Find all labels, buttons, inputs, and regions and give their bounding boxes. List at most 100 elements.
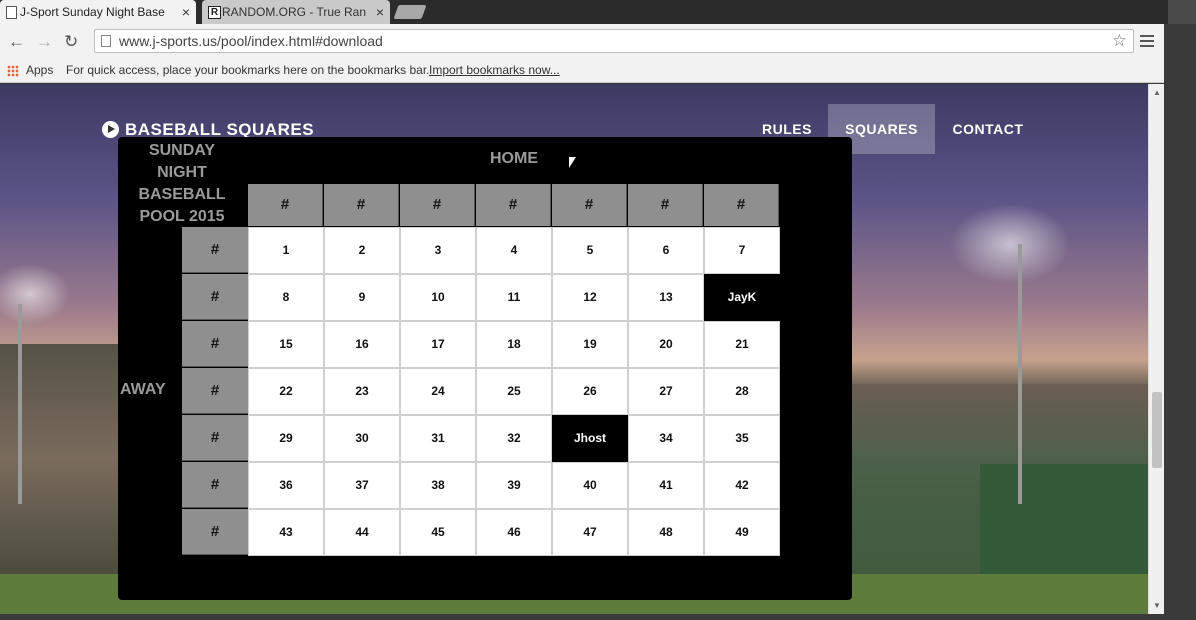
nav-contact[interactable]: CONTACT <box>942 104 1034 154</box>
tab-title: RANDOM.ORG - True Ran <box>222 5 367 19</box>
pool-square[interactable]: 40 <box>552 462 628 509</box>
away-score-header: # <box>182 227 248 273</box>
pool-square[interactable]: 46 <box>476 509 552 556</box>
pool-square[interactable]: 29 <box>248 415 324 462</box>
apps-grid-icon[interactable] <box>7 65 19 77</box>
import-bookmarks-link[interactable]: Import bookmarks now... <box>429 59 560 81</box>
page-icon <box>101 35 111 47</box>
scroll-up-icon[interactable]: ▲ <box>1153 88 1161 97</box>
pool-title: SUNDAY NIGHT BASEBALL POOL 2015 <box>128 140 236 228</box>
pool-square[interactable]: 9 <box>324 274 400 321</box>
pool-square[interactable]: 32 <box>476 415 552 462</box>
home-label: HOME <box>490 150 538 167</box>
pool-square[interactable]: 13 <box>628 274 704 321</box>
tab-title: J-Sport Sunday Night Base <box>20 5 165 19</box>
play-circle-icon <box>102 121 119 138</box>
pool-square[interactable]: 42 <box>704 462 780 509</box>
apps-link[interactable]: Apps <box>26 59 53 81</box>
pool-square[interactable]: 22 <box>248 368 324 415</box>
light-pole <box>1018 244 1022 504</box>
arrow-left-icon[interactable]: ← <box>8 32 25 52</box>
pool-square[interactable]: 1 <box>248 227 324 274</box>
pool-square[interactable]: 15 <box>248 321 324 368</box>
hamburger-menu-icon[interactable] <box>1140 35 1154 47</box>
pool-square[interactable]: 31 <box>400 415 476 462</box>
bookmarks-hint: For quick access, place your bookmarks h… <box>66 63 430 77</box>
pool-square[interactable]: 45 <box>400 509 476 556</box>
pool-square[interactable]: 20 <box>628 321 704 368</box>
pool-square[interactable]: 11 <box>476 274 552 321</box>
reload-icon[interactable]: ↻ <box>64 32 78 52</box>
pool-square[interactable]: 41 <box>628 462 704 509</box>
pool-square[interactable]: 4 <box>476 227 552 274</box>
pool-square[interactable]: 39 <box>476 462 552 509</box>
tab-close-icon[interactable]: × <box>182 0 190 24</box>
desktop-background <box>1164 24 1196 620</box>
pool-square[interactable]: 48 <box>628 509 704 556</box>
tab-random-org[interactable]: R RANDOM.ORG - True Ran × <box>202 0 390 24</box>
new-tab-button[interactable] <box>393 5 427 19</box>
pool-square[interactable]: 44 <box>324 509 400 556</box>
pool-square[interactable]: 43 <box>248 509 324 556</box>
pool-square[interactable]: 27 <box>628 368 704 415</box>
pool-title-line: SUNDAY <box>148 142 216 159</box>
pool-square[interactable]: JayK <box>704 274 780 321</box>
away-score-header: # <box>182 368 248 414</box>
pool-square[interactable]: 5 <box>552 227 628 274</box>
pool-square[interactable]: 18 <box>476 321 552 368</box>
page-scrollbar[interactable]: ▲ ▼ <box>1148 84 1164 614</box>
home-score-header: # <box>628 184 703 226</box>
away-score-header: # <box>182 462 248 508</box>
pool-square[interactable]: 2 <box>324 227 400 274</box>
pool-square[interactable]: 35 <box>704 415 780 462</box>
pool-square[interactable]: 3 <box>400 227 476 274</box>
away-score-header: # <box>182 321 248 367</box>
pool-square[interactable]: 49 <box>704 509 780 556</box>
random-org-favicon-icon: R <box>208 6 221 19</box>
tab-jsport[interactable]: J-Sport Sunday Night Base × <box>0 0 196 24</box>
pool-square[interactable]: 8 <box>248 274 324 321</box>
address-bar[interactable]: www.j-sports.us/pool/index.html#download… <box>94 29 1134 53</box>
pool-square[interactable]: 16 <box>324 321 400 368</box>
bookmarks-bar: Apps For quick access, place your bookma… <box>0 59 1168 83</box>
pool-square[interactable]: 36 <box>248 462 324 509</box>
pool-title-line: POOL 2015 <box>139 208 225 225</box>
home-score-header: # <box>324 184 399 226</box>
scroll-thumb[interactable] <box>1152 392 1162 468</box>
pool-square[interactable]: 7 <box>704 227 780 274</box>
pool-square[interactable]: 24 <box>400 368 476 415</box>
pool-square[interactable]: 10 <box>400 274 476 321</box>
star-icon[interactable]: ☆ <box>1112 30 1127 52</box>
pool-square[interactable]: 47 <box>552 509 628 556</box>
pool-square[interactable]: 21 <box>704 321 780 368</box>
pool-square[interactable]: 30 <box>324 415 400 462</box>
page-favicon-icon <box>6 6 17 19</box>
tab-close-icon[interactable]: × <box>376 0 384 24</box>
mouse-cursor-icon <box>568 156 577 170</box>
browser-toolbar: ← → ↻ www.j-sports.us/pool/index.html#do… <box>0 24 1168 59</box>
pool-square[interactable]: 23 <box>324 368 400 415</box>
pool-square[interactable]: 34 <box>628 415 704 462</box>
pool-square[interactable]: 26 <box>552 368 628 415</box>
pool-square[interactable]: 28 <box>704 368 780 415</box>
pool-square[interactable]: 25 <box>476 368 552 415</box>
arrow-right-icon[interactable]: → <box>36 32 53 52</box>
pool-square[interactable]: 19 <box>552 321 628 368</box>
scroll-down-icon[interactable]: ▼ <box>1153 601 1161 610</box>
pool-square[interactable]: Jhost <box>552 415 628 462</box>
pool-square[interactable]: 38 <box>400 462 476 509</box>
pool-square[interactable]: 17 <box>400 321 476 368</box>
away-score-header: # <box>182 274 248 320</box>
away-label: AWAY <box>120 381 166 398</box>
away-score-header: # <box>182 415 248 461</box>
outfield-wall <box>980 464 1148 584</box>
home-score-header: # <box>400 184 475 226</box>
pool-title-line: BASEBALL <box>138 186 226 203</box>
away-score-header: # <box>182 509 248 555</box>
url-text: www.j-sports.us/pool/index.html#download <box>119 33 383 49</box>
light-pole <box>18 304 22 504</box>
pool-square[interactable]: 6 <box>628 227 704 274</box>
tab-strip: J-Sport Sunday Night Base × R RANDOM.ORG… <box>0 0 1196 24</box>
pool-square[interactable]: 37 <box>324 462 400 509</box>
pool-square[interactable]: 12 <box>552 274 628 321</box>
